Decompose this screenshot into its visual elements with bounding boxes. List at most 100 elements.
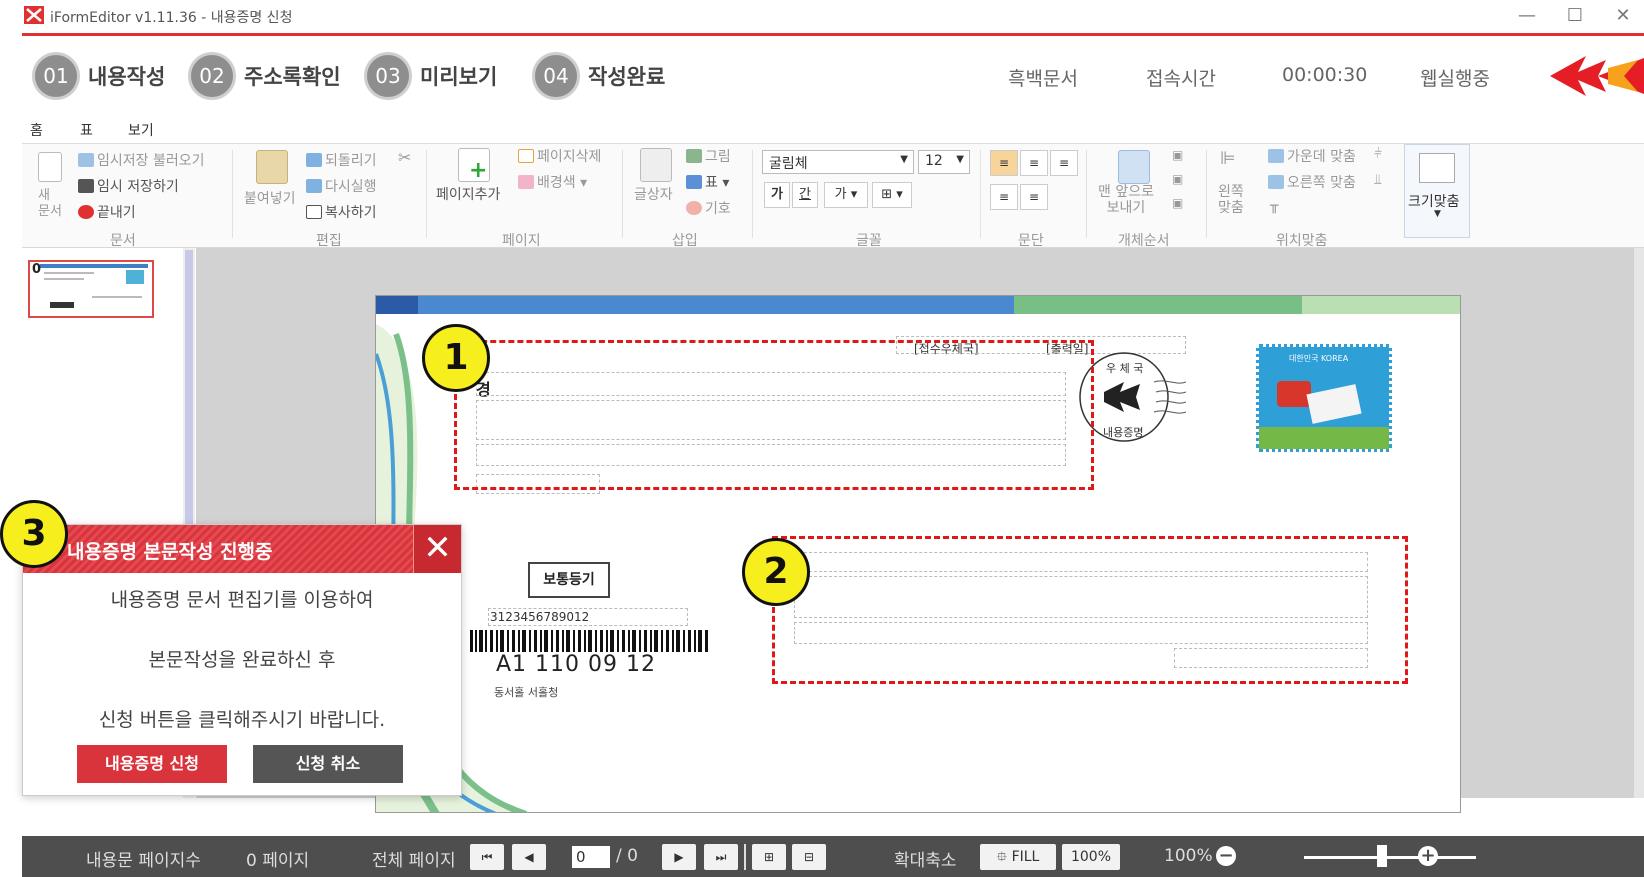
chevron-down-icon: ▼ bbox=[1434, 209, 1441, 219]
zoom-100-button[interactable]: 100% bbox=[1062, 844, 1120, 870]
tab-home[interactable]: 홈 bbox=[30, 120, 43, 140]
ribbon-separator bbox=[1086, 150, 1087, 238]
first-page-button[interactable]: ⏮ bbox=[470, 844, 504, 870]
new-doc-button[interactable]: 새 문서 bbox=[38, 188, 62, 220]
align-bottom-obj-icon[interactable]: ⫫ bbox=[1374, 172, 1382, 188]
maximize-button[interactable]: ☐ bbox=[1560, 4, 1590, 28]
font-name-select[interactable]: 굴림체 ▼ bbox=[762, 150, 914, 174]
step-1[interactable]: 01 내용작성 bbox=[32, 50, 165, 102]
thumbnail-number: 0 bbox=[32, 262, 42, 277]
exit-icon bbox=[78, 205, 94, 219]
align-top-obj-icon[interactable]: ╥ bbox=[1270, 198, 1278, 214]
last-page-button[interactable]: ⏭ bbox=[704, 844, 738, 870]
align-center-obj-label: 가운데 맞춤 bbox=[1287, 149, 1356, 165]
tracking-number: A1 110 09 12 bbox=[496, 652, 657, 677]
step-2[interactable]: 02 주소록확인 bbox=[188, 50, 341, 102]
prev-page-button[interactable]: ◀ bbox=[512, 844, 546, 870]
scissors-icon[interactable]: ✂ bbox=[398, 148, 411, 167]
page-number-input[interactable]: 0 bbox=[572, 846, 610, 868]
minimize-button[interactable]: — bbox=[1512, 4, 1542, 28]
symbol-button[interactable]: 기호 bbox=[686, 198, 731, 218]
paste-icon bbox=[256, 150, 288, 184]
align-left-button[interactable]: ≡ bbox=[990, 150, 1018, 176]
undo-button[interactable]: 되돌리기 bbox=[306, 150, 377, 170]
paste-button[interactable]: 붙여넣기 bbox=[244, 188, 296, 208]
align-left-icon: ≡ bbox=[998, 156, 1010, 170]
font-color-button[interactable]: 가 ▾ bbox=[824, 182, 868, 208]
highlight-button[interactable]: ⊞ ▾ bbox=[872, 182, 912, 208]
textbox-button[interactable]: 글상자 bbox=[634, 184, 673, 204]
bgcolor-icon bbox=[518, 175, 534, 189]
chevron-down-icon: ▼ bbox=[900, 154, 908, 165]
table-icon bbox=[686, 175, 702, 189]
copy-button[interactable]: 복사하기 bbox=[306, 202, 377, 222]
order-backward-icon[interactable]: ▣ bbox=[1172, 172, 1183, 186]
align-middle-obj-icon[interactable]: ⫩ bbox=[1374, 146, 1382, 162]
fit-size-label: 크기맞춤 bbox=[1408, 194, 1460, 210]
bold-button[interactable]: 가 bbox=[764, 182, 790, 208]
barcode-number: 3123456789012 bbox=[490, 610, 590, 624]
bring-front-button[interactable]: 맨 앞으로 보내기 bbox=[1098, 184, 1154, 216]
zoom-slider-handle[interactable] bbox=[1377, 845, 1387, 867]
tab-view[interactable]: 보기 bbox=[128, 120, 154, 140]
exit-button[interactable]: 끝내기 bbox=[78, 202, 136, 222]
align-right-obj-button[interactable]: 오른쪽 맞춤 bbox=[1268, 172, 1356, 192]
step-3-label: 미리보기 bbox=[420, 65, 498, 89]
zoom-slider-track[interactable] bbox=[1304, 856, 1476, 859]
line-spacing-icon: ≡ bbox=[998, 190, 1010, 204]
underline-button[interactable]: 간 bbox=[792, 182, 818, 208]
step-3-number: 03 bbox=[364, 52, 412, 100]
ribbon-separator bbox=[622, 150, 623, 238]
image-button[interactable]: 그림 bbox=[686, 146, 731, 166]
tab-table[interactable]: 표 bbox=[80, 120, 93, 140]
progress-dialog: 내용증명 본문작성 진행중 ✕ 내용증명 문서 편집기를 이용하여 본문작성을 … bbox=[22, 524, 462, 796]
group-para-label: 문단 bbox=[1018, 233, 1044, 249]
add-page-button[interactable]: 페이지추가 bbox=[436, 184, 500, 204]
delete-page-label: 페이지삭제 bbox=[537, 149, 602, 165]
align-right-obj-label: 오른쪽 맞춤 bbox=[1287, 175, 1356, 191]
order-back-icon[interactable]: ▣ bbox=[1172, 196, 1183, 210]
zoom-out-button[interactable]: − bbox=[1216, 846, 1236, 866]
highlight-icon: ⊞ bbox=[881, 187, 893, 202]
align-left-obj-button[interactable]: 왼쪽 맞춤 bbox=[1218, 184, 1244, 216]
delete-page-status-button[interactable]: ⊟ bbox=[792, 844, 826, 870]
redo-button[interactable]: 다시실행 bbox=[306, 176, 377, 196]
app-logo-icon bbox=[24, 6, 44, 24]
line-spacing-button[interactable]: ≡ bbox=[990, 184, 1018, 210]
dialog-close-button[interactable]: ✕ bbox=[413, 525, 461, 573]
new-doc-icon bbox=[38, 152, 62, 182]
step-4[interactable]: 04 작성완료 bbox=[532, 50, 665, 102]
add-page-status-button[interactable]: ⊞ bbox=[752, 844, 786, 870]
status-bar: 내용문 페이지수 0 페이지 전체 페이지 ⏮ ◀ 0 / 0 ▶ ⏭ ⊞ ⊟ … bbox=[22, 836, 1644, 877]
align-right-button[interactable]: ≡ bbox=[1050, 150, 1078, 176]
align-center-button[interactable]: ≡ bbox=[1020, 150, 1048, 176]
apply-button[interactable]: 내용증명 신청 bbox=[77, 745, 227, 783]
load-temp-button[interactable]: 임시저장 불러오기 bbox=[78, 150, 205, 170]
delete-page-button[interactable]: 페이지삭제 bbox=[518, 146, 601, 166]
last-page-icon: ⏭ bbox=[715, 850, 727, 864]
page-thumbnail[interactable] bbox=[28, 260, 154, 318]
cancel-button[interactable]: 신청 취소 bbox=[253, 745, 403, 783]
font-size-select[interactable]: 12 ▼ bbox=[918, 150, 970, 174]
copy-icon bbox=[306, 205, 322, 219]
zoom-in-button[interactable]: + bbox=[1418, 846, 1438, 866]
order-forward-icon[interactable]: ▣ bbox=[1172, 148, 1183, 162]
fit-icon: ⯐ bbox=[996, 849, 1008, 865]
sender-highlight-box bbox=[454, 340, 1094, 490]
bgcolor-button[interactable]: 배경색 ▾ bbox=[518, 172, 587, 192]
group-insert-label: 삽입 bbox=[672, 233, 698, 249]
zoom-fill-button[interactable]: ⯐ FILL bbox=[980, 844, 1056, 870]
step-3[interactable]: 03 미리보기 bbox=[364, 50, 497, 102]
align-center-obj-button[interactable]: 가운데 맞춤 bbox=[1268, 146, 1356, 166]
next-page-button[interactable]: ▶ bbox=[662, 844, 696, 870]
bring-front-icon bbox=[1118, 150, 1150, 184]
thumb-line bbox=[92, 296, 142, 298]
indent-button[interactable]: ≡ bbox=[1020, 184, 1048, 210]
save-temp-button[interactable]: 임시 저장하기 bbox=[78, 176, 179, 196]
table-button[interactable]: 표 ▾ bbox=[686, 172, 729, 192]
close-window-button[interactable]: ✕ bbox=[1608, 4, 1638, 28]
fit-size-button[interactable]: 크기맞춤 ▼ bbox=[1404, 144, 1470, 238]
connection-time: 00:00:30 bbox=[1282, 64, 1368, 86]
postage-stamp: 대한민국 KOREA bbox=[1256, 344, 1392, 452]
canvas-scrollbar[interactable] bbox=[1634, 248, 1644, 798]
